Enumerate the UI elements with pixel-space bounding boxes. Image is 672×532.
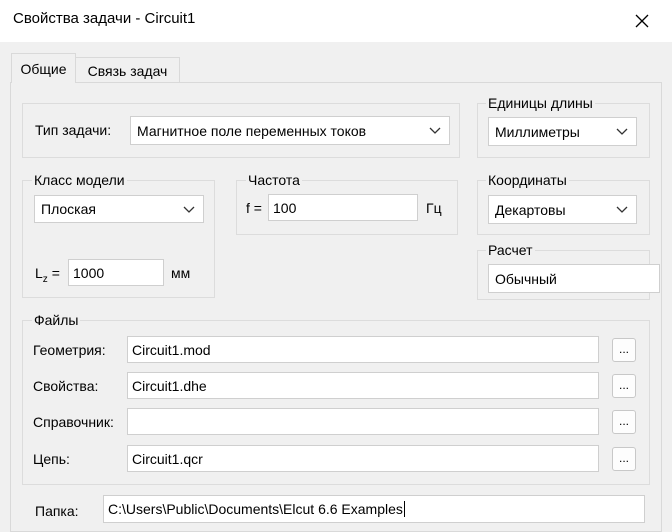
- geometry-browse-button[interactable]: ...: [612, 338, 636, 362]
- tab-task-links[interactable]: Связь задач: [76, 57, 180, 83]
- file-label-circuit: Цепь:: [33, 451, 70, 467]
- file-label-reference: Справочник:: [33, 414, 114, 430]
- frequency-input[interactable]: 100: [268, 194, 418, 221]
- problem-type-select[interactable]: Магнитное поле переменных токов: [130, 116, 450, 145]
- lz-label-main: L: [35, 265, 43, 281]
- coordinates-select[interactable]: Декартовы: [488, 195, 637, 224]
- file-label-properties: Свойства:: [33, 378, 99, 394]
- model-class-value: Плоская: [41, 201, 96, 217]
- reference-browse-button[interactable]: ...: [612, 410, 636, 434]
- window-title: Свойства задачи - Circuit1: [13, 10, 196, 27]
- chevron-down-icon: [183, 206, 195, 213]
- units-group-label: Единицы длины: [486, 95, 595, 111]
- reference-file-input[interactable]: [127, 408, 599, 435]
- chevron-down-icon: [616, 128, 628, 135]
- chevron-down-icon: [429, 127, 441, 134]
- lz-label-eq: =: [51, 265, 60, 281]
- tab-general-label: Общие: [20, 60, 67, 77]
- circuit-browse-label: ...: [618, 451, 629, 465]
- properties-browse-label: ...: [618, 378, 629, 392]
- circuit-file-value: Circuit1.qcr: [132, 450, 203, 467]
- problem-type-label: Тип задачи:: [35, 122, 112, 138]
- circuit-file-input[interactable]: Circuit1.qcr: [127, 445, 599, 472]
- coordinates-group-label: Координаты: [486, 172, 569, 188]
- frequency-unit: Гц: [426, 200, 442, 216]
- files-group-label: Файлы: [32, 312, 81, 328]
- frequency-f-label: f =: [246, 200, 262, 216]
- problem-type-value: Магнитное поле переменных токов: [137, 122, 367, 139]
- units-value: Миллиметры: [495, 123, 580, 140]
- chevron-down-icon: [616, 206, 628, 213]
- properties-browse-button[interactable]: ...: [612, 374, 636, 398]
- circuit-browse-button[interactable]: ...: [612, 447, 636, 471]
- coordinates-value: Декартовы: [495, 201, 566, 218]
- geometry-browse-label: ...: [618, 342, 629, 356]
- folder-value: C:\Users\Public\Documents\Elcut 6.6 Exam…: [108, 501, 403, 517]
- properties-file-value: Circuit1.dhe: [132, 377, 207, 394]
- close-button[interactable]: [618, 3, 666, 39]
- lz-input[interactable]: 1000: [68, 259, 164, 286]
- text-caret: [403, 501, 405, 517]
- units-select[interactable]: Миллиметры: [488, 117, 637, 146]
- folder-input[interactable]: C:\Users\Public\Documents\Elcut 6.6 Exam…: [103, 495, 645, 523]
- lz-label-sub: z: [42, 273, 48, 285]
- calculation-group-label: Расчет: [486, 242, 535, 258]
- geometry-file-input[interactable]: Circuit1.mod: [127, 336, 599, 363]
- close-icon: [635, 14, 649, 28]
- model-class-group-label: Класс модели: [32, 172, 127, 188]
- frequency-value: 100: [273, 199, 297, 216]
- title-bar: Свойства задачи - Circuit1: [0, 0, 672, 42]
- file-label-geometry: Геометрия:: [33, 342, 106, 358]
- calculation-value: Обычный: [495, 270, 557, 287]
- tab-task-links-label: Связь задач: [87, 62, 168, 79]
- properties-file-input[interactable]: Circuit1.dhe: [127, 372, 599, 399]
- lz-label: Lz =: [35, 265, 60, 285]
- model-class-select[interactable]: Плоская: [34, 195, 204, 223]
- geometry-file-value: Circuit1.mod: [132, 341, 211, 358]
- lz-unit: мм: [171, 265, 191, 281]
- calculation-value-box[interactable]: Обычный: [488, 264, 660, 293]
- frequency-group-label: Частота: [246, 172, 302, 188]
- lz-value: 1000: [73, 264, 105, 281]
- tab-general[interactable]: Общие: [11, 53, 76, 83]
- folder-label: Папка:: [35, 503, 79, 519]
- reference-browse-label: ...: [618, 414, 629, 428]
